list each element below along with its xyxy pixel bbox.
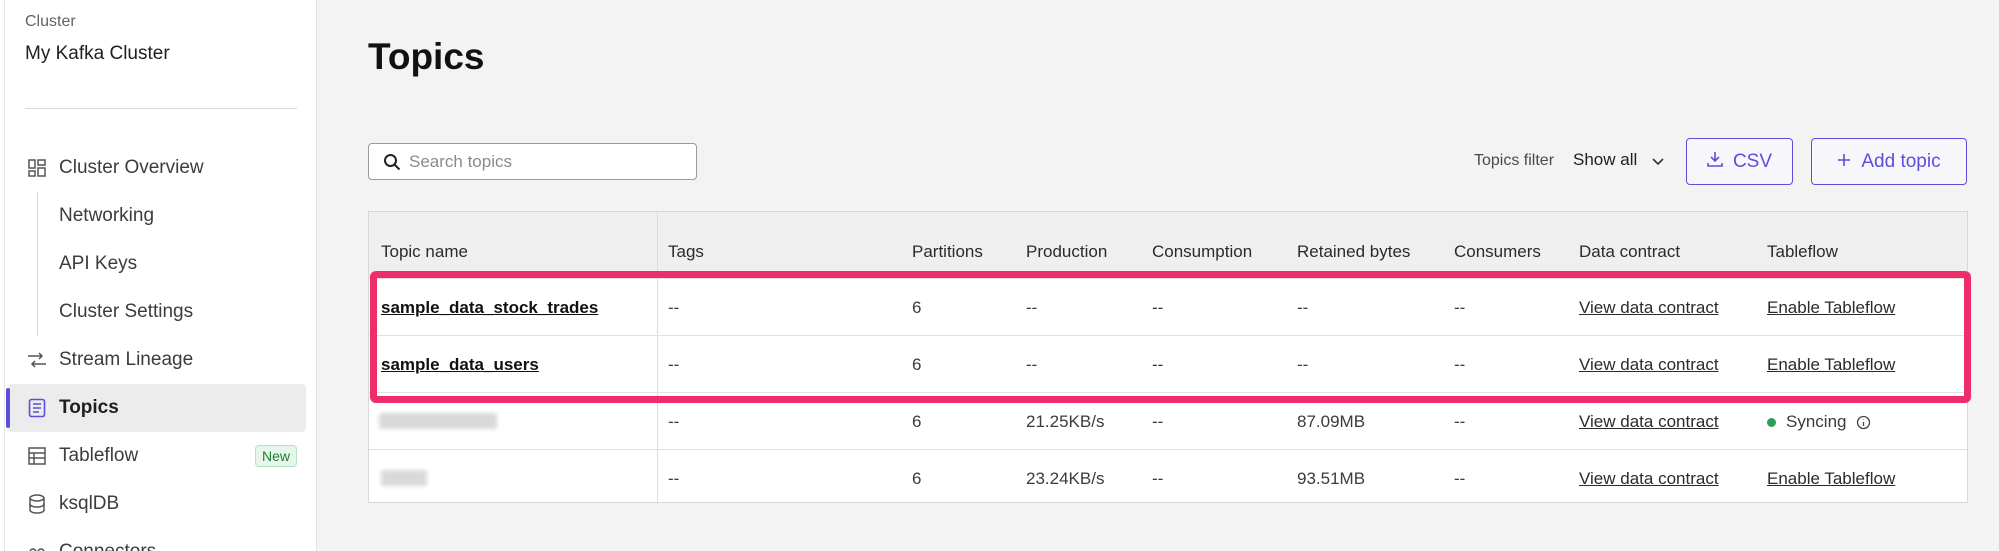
production-cell: -- <box>1026 298 1038 317</box>
consumption-cell: -- <box>1152 412 1164 431</box>
consumption-cell: -- <box>1152 298 1164 317</box>
tableflow-status: Syncing <box>1767 412 1871 432</box>
topics-filter-label: Topics filter <box>1474 152 1555 169</box>
column-header-production[interactable]: Production <box>1026 242 1107 262</box>
sidebar-item-label: API Keys <box>59 253 138 274</box>
production-cell: -- <box>1026 355 1038 374</box>
sidebar-item-networking[interactable]: Networking <box>0 192 317 240</box>
consumption-cell: -- <box>1152 355 1164 374</box>
tags-cell: -- <box>668 355 680 374</box>
enable-tableflow-link[interactable]: Enable Tableflow <box>1767 298 1895 318</box>
redacted-topic-name[interactable] <box>379 413 497 429</box>
topics-filter-value: Show all <box>1573 150 1638 169</box>
csv-button-label: CSV <box>1732 150 1773 172</box>
sidebar-divider <box>25 108 297 109</box>
tags-cell: -- <box>668 469 680 488</box>
view-data-contract-link[interactable]: View data contract <box>1579 469 1719 489</box>
column-header-partitions[interactable]: Partitions <box>912 242 983 262</box>
topics-table: Topic name Tags Partitions Production Co… <box>368 211 1968 504</box>
topic-name-link[interactable]: sample_data_users <box>381 355 539 375</box>
consumers-cell: -- <box>1454 469 1466 488</box>
lineage-icon <box>27 350 47 370</box>
production-cell: 23.24KB/s <box>1026 469 1105 488</box>
partitions-cell: 6 <box>912 355 922 374</box>
sidebar-item-stream-lineage[interactable]: Stream Lineage <box>0 336 317 384</box>
view-data-contract-link[interactable]: View data contract <box>1579 412 1719 432</box>
download-icon <box>1707 151 1733 173</box>
column-header-tags[interactable]: Tags <box>668 242 704 262</box>
sidebar-item-label: Tableflow <box>59 445 139 466</box>
sidebar-item-label: Cluster Settings <box>59 301 194 322</box>
production-cell: 21.25KB/s <box>1026 412 1105 431</box>
sidebar-item-api-keys[interactable]: API Keys <box>0 240 317 288</box>
consumers-cell: -- <box>1454 355 1466 374</box>
cluster-label: Cluster <box>25 13 76 30</box>
enable-tableflow-link[interactable]: Enable Tableflow <box>1767 469 1895 489</box>
retained-bytes-cell: -- <box>1297 355 1309 374</box>
partitions-cell: 6 <box>912 412 922 431</box>
sidebar-item-label: Stream Lineage <box>59 349 194 370</box>
plus-icon <box>1837 151 1861 173</box>
table-icon <box>27 446 47 466</box>
tags-cell: -- <box>668 412 680 431</box>
status-dot-icon <box>1767 417 1776 427</box>
view-data-contract-link[interactable]: View data contract <box>1579 355 1719 375</box>
retained-bytes-cell: 93.51MB <box>1297 469 1366 488</box>
topic-name-link[interactable]: sample_data_stock_trades <box>381 298 598 318</box>
column-header-topic-name[interactable]: Topic name <box>381 242 468 262</box>
document-icon <box>27 398 47 418</box>
sidebar-item-topics[interactable]: Topics <box>6 384 306 432</box>
sidebar-item-cluster-settings[interactable]: Cluster Settings <box>0 288 317 336</box>
dashboard-icon <box>27 158 47 178</box>
new-badge: New <box>254 445 297 467</box>
table-header: Topic name Tags Partitions Production Co… <box>369 212 1967 279</box>
info-icon[interactable] <box>1856 415 1871 430</box>
sidebar-item-label: Networking <box>59 205 155 226</box>
sidebar-nav: Cluster Overview Networking API Keys Clu… <box>0 144 317 551</box>
csv-download-button[interactable]: CSV <box>1686 138 1793 185</box>
enable-tableflow-link[interactable]: Enable Tableflow <box>1767 355 1895 375</box>
column-header-tableflow: Tableflow <box>1767 242 1838 261</box>
sidebar-item-tableflow[interactable]: Tableflow New <box>0 432 317 480</box>
cluster-name[interactable]: My Kafka Cluster <box>25 43 170 65</box>
add-topic-label: Add topic <box>1861 150 1941 172</box>
sidebar-item-cluster-overview[interactable]: Cluster Overview <box>0 144 317 192</box>
table-row[interactable]: sample_data_users -- 6 -- -- -- -- View … <box>369 336 1967 393</box>
retained-bytes-cell: 87.09MB <box>1297 412 1366 431</box>
column-header-retained-bytes[interactable]: Retained bytes <box>1297 242 1410 262</box>
sidebar-item-label: Cluster Overview <box>59 157 204 178</box>
sidebar: Cluster My Kafka Cluster Cluster Overvie… <box>0 0 317 551</box>
table-row[interactable]: -- 6 21.25KB/s -- 87.09MB -- View data c… <box>369 393 1967 450</box>
tags-cell: -- <box>668 298 680 317</box>
table-row[interactable]: sample_data_stock_trades -- 6 -- -- -- -… <box>369 279 1967 336</box>
consumers-cell: -- <box>1454 298 1466 317</box>
connector-icon <box>27 542 47 551</box>
search-box[interactable] <box>368 143 697 180</box>
column-header-consumers[interactable]: Consumers <box>1454 242 1541 262</box>
topics-filter-dropdown[interactable]: Show all <box>1573 150 1665 170</box>
syncing-label: Syncing <box>1786 412 1847 431</box>
database-icon <box>27 494 47 514</box>
partitions-cell: 6 <box>912 469 922 488</box>
sidebar-item-label: ksqlDB <box>59 493 120 514</box>
chevron-down-icon <box>1651 153 1665 167</box>
sidebar-item-label: Connectors <box>59 541 156 551</box>
consumers-cell: -- <box>1454 412 1466 431</box>
search-input[interactable] <box>409 150 689 174</box>
sidebar-item-label: Topics <box>59 397 119 418</box>
sidebar-item-connectors[interactable]: Connectors <box>0 528 317 551</box>
redacted-topic-name[interactable] <box>381 470 427 486</box>
column-header-data-contract: Data contract <box>1579 242 1681 261</box>
view-data-contract-link[interactable]: View data contract <box>1579 298 1719 318</box>
table-row[interactable]: -- 6 23.24KB/s -- 93.51MB -- View data c… <box>369 450 1967 507</box>
add-topic-button[interactable]: Add topic <box>1811 138 1967 185</box>
page-title: Topics <box>368 36 485 77</box>
app-window: Cluster My Kafka Cluster Cluster Overvie… <box>0 0 1999 551</box>
partitions-cell: 6 <box>912 298 922 317</box>
search-icon <box>383 153 401 171</box>
column-header-consumption[interactable]: Consumption <box>1152 242 1252 262</box>
retained-bytes-cell: -- <box>1297 298 1309 317</box>
sidebar-item-ksqldb[interactable]: ksqlDB <box>0 480 317 528</box>
consumption-cell: -- <box>1152 469 1164 488</box>
